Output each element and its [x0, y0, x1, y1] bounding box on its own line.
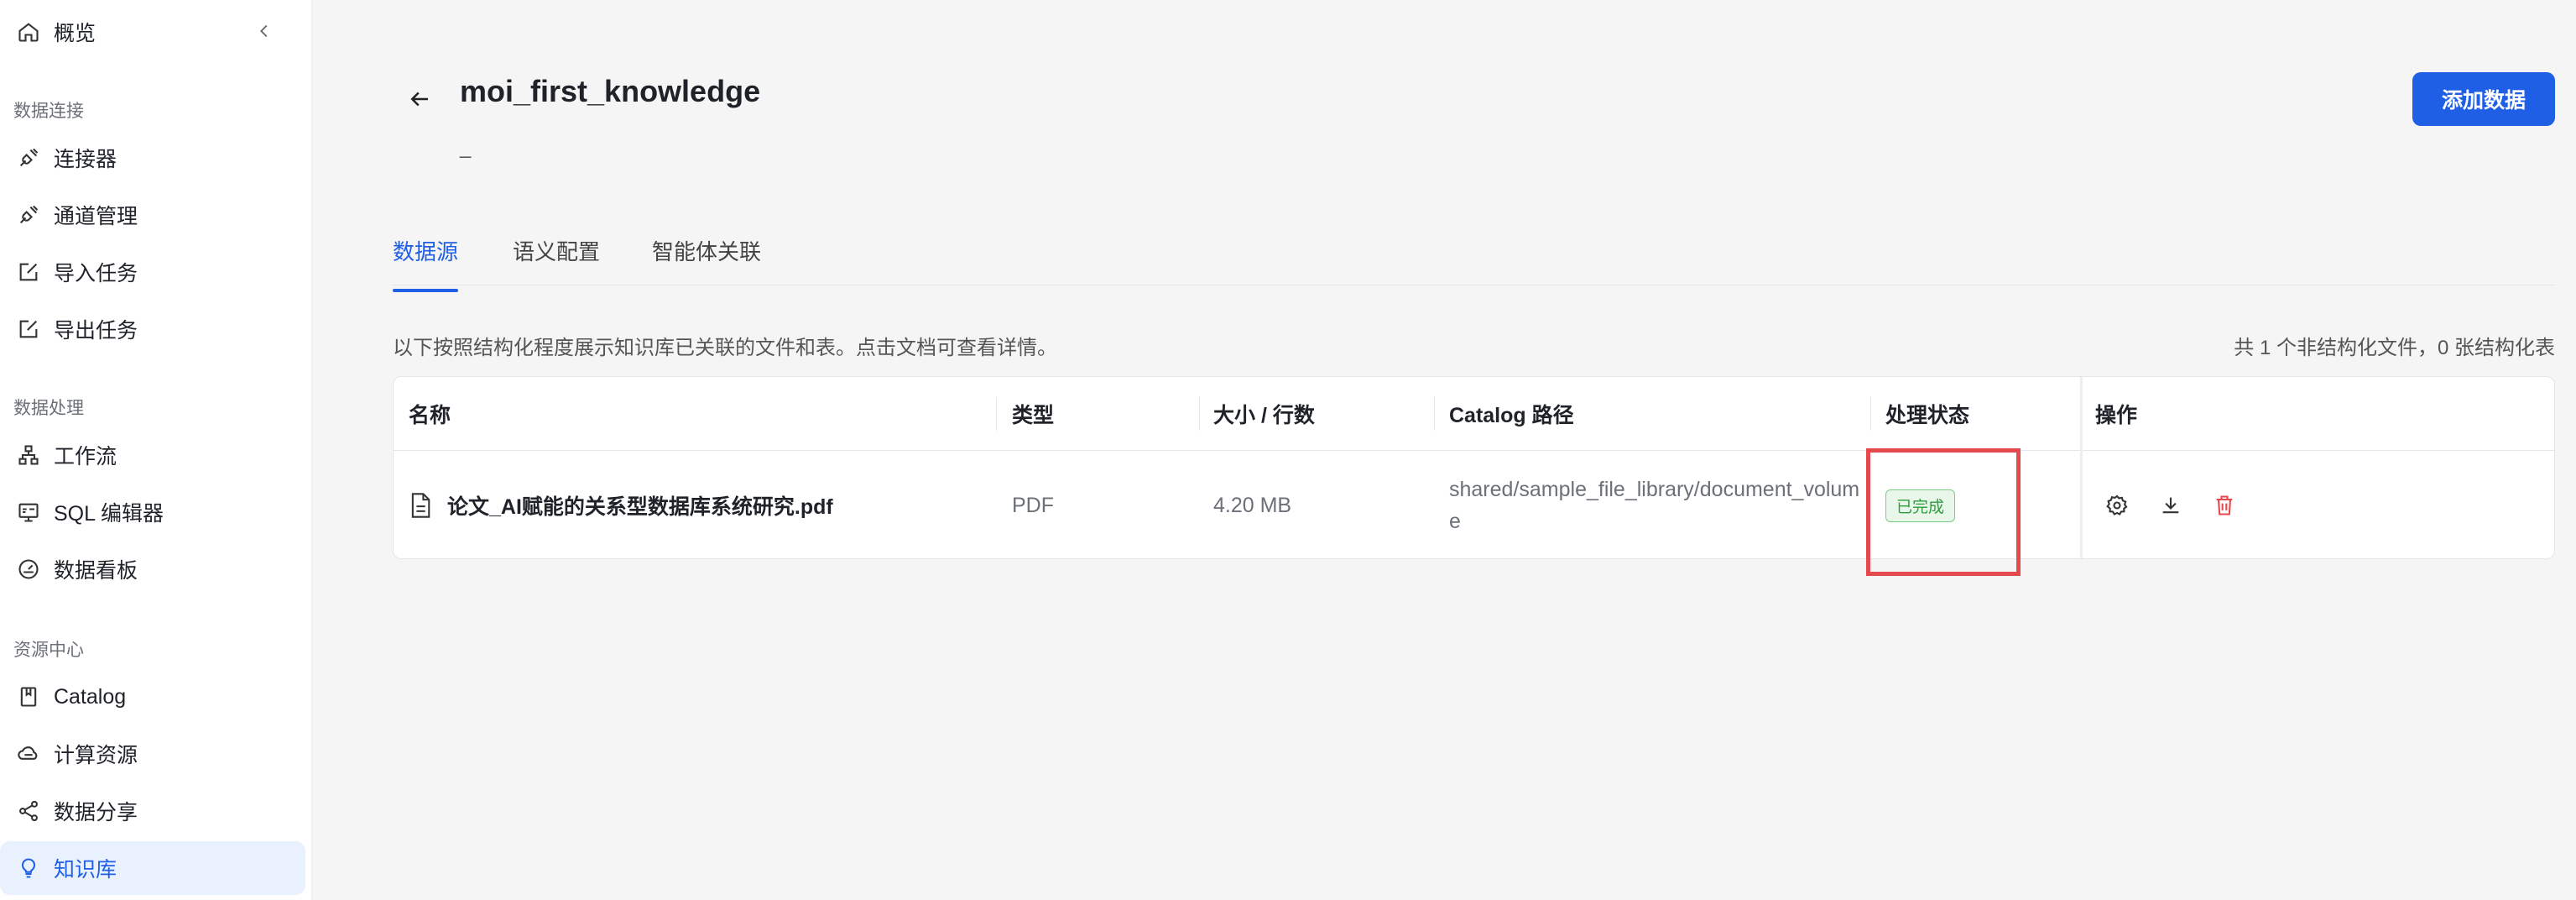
sidebar-item-dashboard[interactable]: 数据看板: [0, 542, 305, 596]
plug-icon: [15, 144, 42, 171]
column-header-type: 类型: [1012, 404, 1055, 427]
data-source-table: 名称 类型 大小 / 行数 Catalog 路径 处理状态 操作 论文_AI赋能…: [393, 376, 2555, 560]
workflow-icon: [15, 442, 42, 468]
tab-label: 数据源: [393, 239, 459, 264]
catalog-path: shared/sample_file_library/document_volu…: [1449, 478, 1860, 533]
delete-trash-icon[interactable]: [2209, 490, 2240, 521]
sidebar-item-label: 计算资源: [54, 744, 138, 767]
column-separator: [996, 397, 997, 431]
share-icon: [15, 798, 42, 824]
tab-semantic-config[interactable]: 语义配置: [513, 235, 600, 285]
column-header-size: 大小 / 行数: [1213, 404, 1315, 427]
sql-icon: [15, 499, 42, 526]
section-label-data-connection: 数据连接: [13, 102, 84, 121]
tab-agent-association[interactable]: 智能体关联: [652, 235, 761, 285]
file-size-cell: 4.20 MB: [1213, 493, 1292, 517]
actions-cell: [2102, 451, 2263, 560]
sidebar-item-label: 通道管理: [54, 205, 138, 228]
tab-data-source[interactable]: 数据源: [393, 235, 459, 292]
column-header-status: 处理状态: [1885, 404, 1970, 427]
column-header-catalog-path: Catalog 路径: [1449, 404, 1574, 427]
sidebar-item-compute[interactable]: 计算资源: [0, 727, 305, 781]
settings-gear-icon[interactable]: [2102, 490, 2132, 521]
sidebar-item-label: Catalog: [54, 684, 127, 709]
sidebar-item-label: 导出任务: [54, 319, 138, 343]
sidebar-item-catalog[interactable]: Catalog: [0, 670, 305, 724]
sidebar-item-import[interactable]: 导入任务: [0, 245, 305, 299]
file-type-cell: PDF: [1012, 493, 1054, 517]
page-description: _: [460, 136, 472, 159]
sidebar-item-label: SQL 编辑器: [54, 502, 164, 526]
sidebar-item-sql-editor[interactable]: SQL 编辑器: [0, 485, 305, 539]
section-label-resource-center: 资源中心: [13, 641, 84, 660]
file-icon: [409, 492, 432, 519]
sidebar-item-label: 工作流: [54, 445, 117, 468]
column-separator: [1434, 397, 1435, 431]
info-text: 以下按照结构化程度展示知识库已关联的文件和表。点击文档可查看详情。: [393, 337, 1057, 359]
actions-column-divider: [2080, 377, 2083, 560]
sidebar-item-share[interactable]: 数据分享: [0, 784, 305, 838]
status-highlight-box: [1866, 448, 2021, 576]
back-arrow-icon[interactable]: [404, 84, 435, 114]
add-data-button[interactable]: 添加数据: [2412, 72, 2555, 126]
sidebar-item-label: 数据看板: [54, 559, 138, 583]
sidebar-item-workflow[interactable]: 工作流: [0, 428, 305, 482]
bulb-icon: [15, 855, 42, 882]
gauge-icon: [15, 556, 42, 583]
file-name-cell[interactable]: 论文_AI赋能的关系型数据库系统研究.pdf: [409, 451, 833, 560]
sidebar-item-export[interactable]: 导出任务: [0, 302, 305, 356]
file-name: 论文_AI赋能的关系型数据库系统研究.pdf: [447, 495, 833, 519]
edit-icon: [15, 259, 42, 285]
sidebar-item-label: 数据分享: [54, 801, 138, 824]
sidebar-item-channel[interactable]: 通道管理: [0, 188, 305, 242]
collapse-sidebar-icon[interactable]: [252, 18, 277, 44]
home-icon: [15, 18, 42, 45]
summary-text: 共 1 个非结构化文件，0 张结构化表: [2234, 337, 2555, 359]
edit-icon: [15, 316, 42, 343]
page-title: moi_first_knowledge: [460, 74, 761, 108]
sidebar-item-label: 导入任务: [54, 262, 138, 285]
table-header: 名称 类型 大小 / 行数 Catalog 路径 处理状态 操作: [394, 377, 2554, 451]
active-tab-indicator: [393, 289, 458, 292]
tab-bar: 数据源 语义配置 智能体关联: [393, 228, 2555, 292]
sidebar-item-connector[interactable]: 连接器: [0, 131, 305, 185]
sidebar-item-label: 连接器: [54, 148, 117, 171]
column-separator: [1199, 397, 1200, 431]
section-label-data-processing: 数据处理: [13, 399, 84, 418]
column-header-actions: 操作: [2095, 404, 2138, 427]
catalog-path-cell: shared/sample_file_library/document_volu…: [1449, 451, 1860, 560]
sidebar-item-label: 概览: [54, 22, 96, 45]
sidebar-item-knowledge-base[interactable]: 知识库: [0, 841, 305, 895]
sidebar-item-label: 知识库: [54, 858, 117, 882]
download-icon[interactable]: [2156, 490, 2186, 521]
sidebar: 概览 数据连接 连接器 通道管理 导入任务 导出任务 数据处理 工作流 SQL …: [0, 0, 312, 900]
column-separator: [1870, 397, 1871, 431]
column-header-name: 名称: [409, 404, 451, 427]
book-icon: [15, 683, 42, 710]
cloud-icon: [15, 740, 42, 767]
plug-icon: [15, 201, 42, 228]
